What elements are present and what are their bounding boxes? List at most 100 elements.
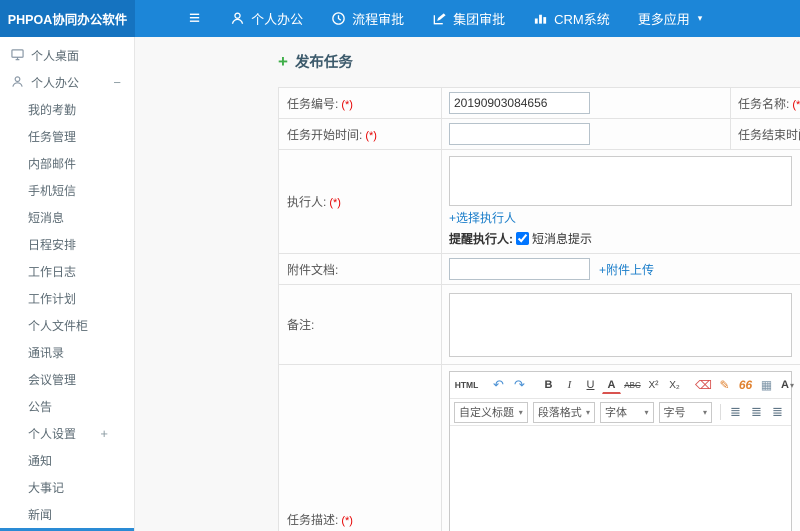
blockquote-button[interactable]: 66 (736, 376, 755, 395)
select-executor-link[interactable]: +选择执行人 (449, 211, 516, 225)
sidebar-item-task-management[interactable]: 任务管理 (0, 123, 134, 150)
font-color-button[interactable]: A ▾ (778, 376, 797, 395)
sms-remind-checkbox[interactable] (516, 231, 529, 245)
chart-icon (533, 11, 548, 26)
sidebar-item-news[interactable]: 新闻 (0, 501, 134, 528)
sidebar-item-personal-desktop[interactable]: 个人桌面 (0, 42, 134, 69)
nav-process-approval[interactable]: 流程审批 (331, 9, 404, 28)
format-painter-icon[interactable]: ✎ (715, 376, 734, 395)
sidebar-item-notification[interactable]: 通知 (0, 447, 134, 474)
remind-executor-label: 提醒执行人: (449, 231, 513, 246)
remark-label: 备注: (287, 318, 315, 332)
nav-group-approval[interactable]: 集团审批 (432, 9, 505, 28)
attachment-input[interactable] (449, 258, 590, 280)
sidebar-item-announcement[interactable]: 公告 (0, 393, 134, 420)
caret-down-icon: ▾ (703, 407, 708, 417)
sidebar-item-label: 短消息 (28, 211, 65, 225)
nav-crm-system[interactable]: CRM系统 (533, 9, 610, 28)
heading-select[interactable]: 自定义标题 ▾ (454, 401, 528, 423)
sidebar-item-label: 日程安排 (28, 238, 77, 252)
sidebar-item-label: 通知 (28, 454, 53, 468)
start-time-input[interactable] (449, 123, 590, 145)
sidebar-item-label: 公告 (28, 400, 53, 414)
sidebar-item-mobile-sms[interactable]: 手机短信 (0, 177, 134, 204)
editor-toolbar-row1: HTML ↶ ↷ B I U A ABC X² X₂ ⌫ ✎ 66 ▦ A ▾ (450, 372, 794, 399)
rich-text-editor: HTML ↶ ↷ B I U A ABC X² X₂ ⌫ ✎ 66 ▦ A ▾ … (449, 371, 794, 531)
superscript-button[interactable]: X² (644, 376, 663, 395)
executor-textarea[interactable] (449, 156, 792, 206)
redo-icon[interactable]: ↷ (510, 376, 529, 395)
sidebar-item-label: 工作日志 (28, 265, 77, 279)
nav-personal-office[interactable]: 个人办公 (230, 9, 303, 28)
sidebar-item-label: 大事记 (28, 481, 65, 495)
html-source-button[interactable]: HTML (454, 376, 479, 395)
desktop-icon (11, 48, 24, 64)
editor-content-area[interactable] (450, 426, 791, 531)
sidebar-item-personal-office[interactable]: 个人办公 − (0, 69, 134, 96)
required-mark: (*) (341, 514, 353, 527)
dropdown-label: 段落格式 (537, 407, 582, 419)
page-title: 发布任务 (294, 55, 353, 71)
font-style-button[interactable]: A (602, 377, 621, 394)
sidebar-item-work-plan[interactable]: 工作计划 (0, 285, 134, 312)
required-mark: (*) (365, 129, 377, 142)
sidebar-item-label: 任务管理 (28, 130, 77, 144)
sidebar-item-my-attendance[interactable]: 我的考勤 (0, 96, 134, 123)
remark-textarea[interactable] (449, 292, 792, 357)
sidebar-item-schedule[interactable]: 日程安排 (0, 231, 134, 258)
bold-button[interactable]: B (539, 376, 558, 395)
sidebar-item-internal-mail[interactable]: 内部邮件 (0, 150, 134, 177)
table-icon[interactable]: ▦ (757, 376, 776, 395)
sidebar-item-short-message[interactable]: 短消息 (0, 204, 134, 231)
expand-icon[interactable]: + (100, 426, 108, 441)
sidebar-item-meeting-management[interactable]: 会议管理 (0, 366, 134, 393)
eraser-icon[interactable]: ⌫ (694, 376, 713, 395)
end-time-label: 任务结束时间: (738, 127, 800, 142)
font-family-select[interactable]: 字体 ▾ (600, 401, 654, 423)
strikethrough-button[interactable]: ABC (623, 376, 642, 395)
sidebar-item-contacts[interactable]: 通讯录 (0, 339, 134, 366)
form-row-remark: 备注: (278, 284, 800, 365)
required-mark: (*) (341, 98, 353, 111)
attachment-label: 附件文档: (287, 262, 339, 277)
sidebar-item-label: 个人办公 (31, 76, 80, 90)
sidebar-item-label: 内部邮件 (28, 157, 77, 171)
sidebar-item-label: 新闻 (28, 508, 53, 522)
task-name-label: 任务名称: (738, 96, 790, 111)
user-icon (11, 75, 24, 91)
nav-label: 流程审批 (352, 12, 405, 27)
menu-toggle-icon[interactable]: ≡ (189, 9, 200, 28)
sidebar-item-work-log[interactable]: 工作日志 (0, 258, 134, 285)
page-header: + 发布任务 (278, 51, 800, 72)
paragraph-format-select[interactable]: 段落格式 ▾ (532, 401, 596, 423)
sidebar-item-personal-settings[interactable]: 个人设置 + (0, 420, 134, 447)
sidebar-item-major-events[interactable]: 大事记 (0, 474, 134, 501)
nav-more-apps[interactable]: 更多应用 ▾ (638, 9, 703, 28)
user-icon (230, 11, 245, 26)
editor-toolbar-row2: 自定义标题 ▾ 段落格式 ▾ 字体 ▾ 字号 ▾ ≣ ≣ ≣ (450, 399, 791, 426)
clock-icon (331, 11, 346, 26)
task-number-input[interactable] (449, 92, 590, 114)
caret-down-icon: ▾ (644, 407, 649, 417)
align-right-icon[interactable]: ≣ (768, 403, 787, 422)
required-mark: (*) (329, 197, 341, 209)
dropdown-label: 字体 (605, 407, 628, 419)
collapse-icon[interactable]: − (113, 75, 121, 90)
subscript-button[interactable]: X₂ (665, 376, 684, 395)
italic-button[interactable]: I (560, 376, 579, 395)
caret-down-icon: ▾ (518, 407, 523, 417)
sidebar-item-label: 我的考勤 (28, 103, 77, 117)
dropdown-label: 自定义标题 (459, 407, 514, 419)
caret-down-icon: ▾ (789, 380, 794, 390)
underline-button[interactable]: U (581, 376, 600, 395)
font-size-select[interactable]: 字号 ▾ (658, 401, 713, 423)
undo-icon[interactable]: ↶ (489, 376, 508, 395)
align-left-icon[interactable]: ≣ (726, 403, 745, 422)
executor-label: 执行人: (287, 195, 327, 209)
publish-task-form: 任务编号:(*) 任务名称:(*) 任务开始时间:(*) (278, 87, 800, 531)
attachment-upload-link[interactable]: +附件上传 (599, 261, 654, 278)
form-row-task-number: 任务编号:(*) 任务名称:(*) (278, 87, 800, 119)
edit-icon (432, 11, 447, 26)
sidebar-item-personal-file-cabinet[interactable]: 个人文件柜 (0, 312, 134, 339)
align-center-icon[interactable]: ≣ (747, 403, 766, 422)
